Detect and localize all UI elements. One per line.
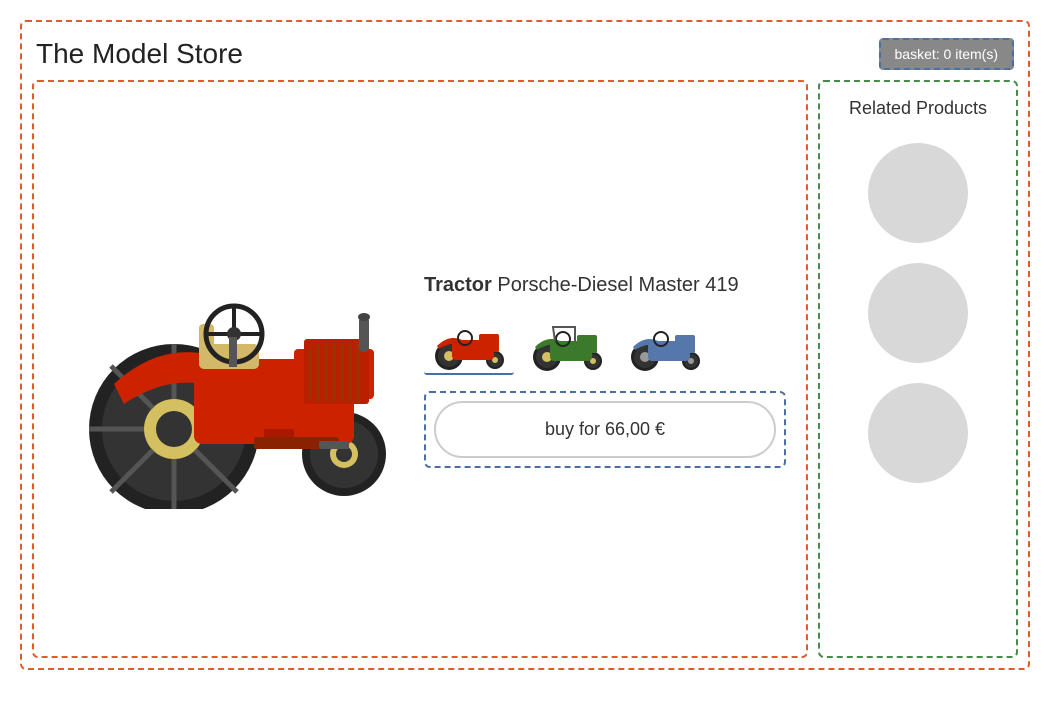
related-section: Related Products: [818, 80, 1018, 658]
related-product-2[interactable]: [868, 263, 968, 363]
store-title: The Model Store: [36, 38, 243, 70]
main-content: Tractor Porsche-Diesel Master 419: [32, 80, 1018, 658]
basket-button[interactable]: basket: 0 item(s): [879, 38, 1014, 70]
related-product-3[interactable]: [868, 383, 968, 483]
buy-section: buy for 66,00 €: [424, 391, 786, 468]
product-name-rest: Porsche-Diesel Master 419: [492, 274, 739, 296]
thumbnail-row: [424, 315, 786, 375]
thumbnail-1[interactable]: [424, 315, 514, 375]
buy-button[interactable]: buy for 66,00 €: [434, 401, 776, 458]
thumbnail-2[interactable]: [522, 315, 612, 375]
thumbnail-2-image: [525, 317, 610, 372]
page-wrapper: The Model Store basket: 0 item(s): [20, 20, 1030, 670]
product-name: Tractor Porsche-Diesel Master 419: [424, 271, 786, 299]
product-image: [44, 209, 404, 529]
thumbnail-3[interactable]: [620, 315, 710, 375]
thumbnail-1-image: [427, 316, 512, 371]
related-product-1[interactable]: [868, 143, 968, 243]
thumbnail-3-image: [623, 317, 708, 372]
product-name-bold: Tractor: [424, 274, 492, 296]
header: The Model Store basket: 0 item(s): [32, 32, 1018, 80]
product-section: Tractor Porsche-Diesel Master 419: [32, 80, 808, 658]
product-details: Tractor Porsche-Diesel Master 419: [404, 261, 796, 478]
tractor-main-image: [54, 229, 394, 509]
related-title: Related Products: [849, 98, 987, 119]
